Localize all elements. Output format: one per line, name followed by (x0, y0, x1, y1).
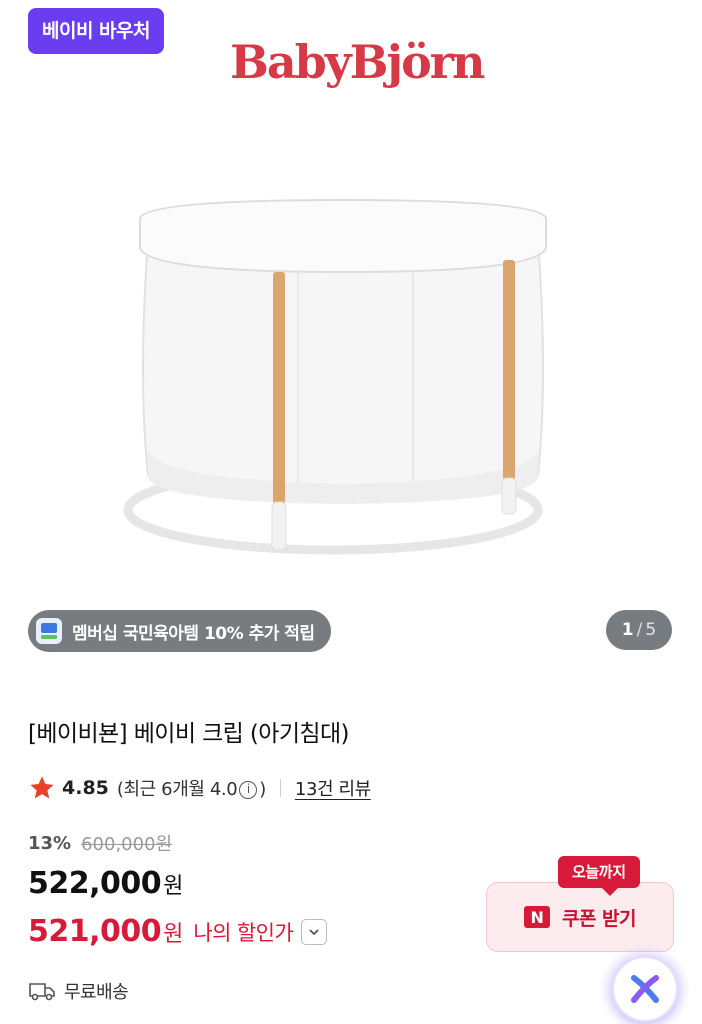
recent-rating: (최근 6개월 4.0 i) (117, 775, 266, 801)
my-discount-price-currency: 원 (163, 921, 184, 947)
naver-n-icon: N (523, 906, 550, 928)
coupon-deadline-badge: 오늘까지 (558, 856, 640, 896)
product-image-gallery[interactable]: 베이비 바우처 BabyBjörn 멤버십 국민육아템 10% 추가 적립 1 … (0, 0, 702, 680)
page-current: 1 (621, 620, 634, 640)
membership-reward-pill[interactable]: 멤버십 국민육아템 10% 추가 적립 (28, 610, 331, 652)
coupon-widget: N 쿠폰 받기 오늘까지 (486, 856, 674, 956)
get-coupon-label: 쿠폰 받기 (561, 907, 637, 930)
my-discount-price: 521,000 (28, 914, 162, 949)
sale-price-currency: 원 (163, 874, 183, 899)
voucher-badge: 베이비 바우처 (28, 8, 164, 54)
info-icon[interactable]: i (239, 781, 258, 799)
discount-row: 13% 600,000원 (28, 830, 172, 856)
page-separator: / (636, 620, 643, 640)
sale-price: 522,000원 (28, 866, 183, 901)
membership-pill-label: 멤버십 국민육아템 10% 추가 적립 (72, 623, 315, 644)
star-icon (30, 776, 54, 799)
product-image[interactable] (118, 180, 568, 580)
ai-assistant-button[interactable] (612, 956, 678, 1022)
membership-icon (36, 618, 62, 644)
rating-row: 4.85 (최근 6개월 4.0 i) 13건 리뷰 (28, 774, 371, 802)
ai-assistant-icon (631, 975, 659, 1003)
shipping-row: 무료배송 (28, 978, 129, 1004)
chevron-down-icon[interactable] (301, 918, 328, 945)
my-discount-label: 나의 할인가 (193, 920, 294, 945)
rating-score: 4.85 (62, 777, 109, 799)
brand-logo: BabyBjörn (230, 35, 485, 89)
review-count-link[interactable]: 13건 리뷰 (295, 775, 371, 801)
page-total: 5 (645, 620, 657, 640)
recent-rating-suffix: ) (259, 779, 266, 800)
my-discount-price-row[interactable]: 521,000 원 나의 할인가 (28, 914, 328, 949)
truck-icon (29, 983, 55, 1001)
product-title: [베이비뵨] 베이비 크립 (아기침대) (28, 721, 350, 747)
recent-rating-prefix: (최근 6개월 4.0 (116, 779, 238, 800)
discount-rate: 13% (28, 832, 72, 854)
original-price: 600,000원 (81, 834, 173, 855)
rating-divider (279, 779, 281, 797)
shipping-label: 무료배송 (64, 982, 129, 1003)
sale-price-value: 522,000 (28, 866, 162, 901)
image-page-indicator: 1 / 5 (606, 610, 672, 650)
get-coupon-button[interactable]: N 쿠폰 받기 (486, 882, 674, 952)
